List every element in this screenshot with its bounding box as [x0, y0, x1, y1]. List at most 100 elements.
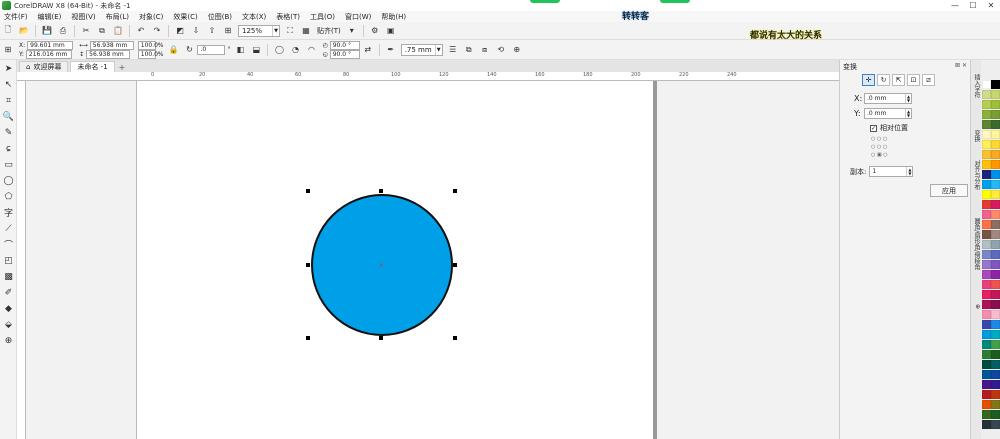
color-swatch[interactable]: [991, 380, 1000, 389]
color-swatch[interactable]: [982, 180, 991, 189]
selection-handle-right[interactable]: [453, 263, 457, 267]
menu-effects[interactable]: 效果(C): [173, 12, 197, 22]
color-swatch[interactable]: [991, 390, 1000, 399]
mirror-horizontal-icon[interactable]: ◧: [234, 44, 246, 56]
color-swatch[interactable]: [982, 350, 991, 359]
copy-icon[interactable]: ⧉: [96, 25, 108, 37]
y-position-input[interactable]: .0 mm ▲ ▼: [864, 108, 912, 119]
full-screen-icon[interactable]: ⛶: [284, 25, 296, 37]
color-swatch[interactable]: [982, 200, 991, 209]
color-swatch[interactable]: [991, 340, 1000, 349]
add-icon[interactable]: ⊕: [511, 44, 523, 56]
polygon-tool-icon[interactable]: ⬠: [1, 189, 16, 204]
selection-handle-bottom[interactable]: [379, 336, 383, 340]
selection-handle-bottom-left[interactable]: [306, 336, 310, 340]
convert-curves-icon[interactable]: ⟲: [495, 44, 507, 56]
spinner-icon[interactable]: ▲ ▼: [905, 94, 911, 103]
add-docker-icon[interactable]: ⊕: [972, 304, 981, 309]
color-swatch[interactable]: [982, 160, 991, 169]
drop-shadow-icon[interactable]: ◰: [1, 253, 16, 268]
eyedropper-icon[interactable]: ✐: [1, 285, 16, 300]
menu-table[interactable]: 表格(T): [276, 12, 300, 22]
color-swatch[interactable]: [982, 260, 991, 269]
color-swatch[interactable]: [991, 410, 1000, 419]
menu-help[interactable]: 帮助(H): [381, 12, 406, 22]
color-swatch[interactable]: [991, 220, 1000, 229]
outline-width-select[interactable]: .75 mm ▼: [400, 43, 443, 56]
outline-pen-icon[interactable]: ✒: [385, 44, 397, 56]
color-swatch[interactable]: [991, 210, 1000, 219]
selection-handle-bottom-right[interactable]: [453, 336, 457, 340]
color-swatch[interactable]: [991, 90, 1000, 99]
lock-ratio-icon[interactable]: 🔒: [167, 44, 179, 56]
smart-fill-icon[interactable]: ⬙: [1, 317, 16, 332]
menu-object[interactable]: 对象(C): [139, 12, 163, 22]
color-swatch[interactable]: [982, 110, 991, 119]
save-icon[interactable]: 💾: [41, 25, 53, 37]
zoom-level-select[interactable]: 125% ▼: [238, 24, 280, 37]
menu-layout[interactable]: 布局(L): [106, 12, 129, 22]
checkmark-icon[interactable]: ✓: [870, 124, 877, 132]
color-swatch[interactable]: [982, 330, 991, 339]
new-icon[interactable]: 🗋: [2, 25, 14, 37]
menu-view[interactable]: 视图(V): [71, 12, 95, 22]
x-position-input[interactable]: .0 mm ▲ ▼: [864, 93, 912, 104]
change-direction-icon[interactable]: ⇄: [362, 44, 374, 56]
color-swatch[interactable]: [982, 250, 991, 259]
color-swatch[interactable]: [991, 360, 1000, 369]
publish-icon[interactable]: ⊞: [222, 25, 234, 37]
crop-tool-icon[interactable]: ⌗: [1, 93, 16, 108]
color-swatch[interactable]: [991, 230, 1000, 239]
color-swatch[interactable]: [982, 170, 991, 179]
text-tool-icon[interactable]: 字: [1, 205, 16, 220]
color-swatch[interactable]: [991, 160, 1000, 169]
rotate-icon[interactable]: ↻: [183, 44, 195, 56]
color-swatch[interactable]: [991, 200, 1000, 209]
add-tool-icon[interactable]: ⊕: [1, 333, 16, 348]
color-swatch[interactable]: [982, 190, 991, 199]
color-swatch[interactable]: [991, 400, 1000, 409]
front-icon[interactable]: ⧉: [463, 44, 475, 56]
paste-icon[interactable]: 📋: [112, 25, 124, 37]
color-swatch[interactable]: [991, 130, 1000, 139]
color-swatch[interactable]: [982, 390, 991, 399]
vertical-ruler[interactable]: [17, 81, 26, 439]
ellipse-tool-icon[interactable]: ◯: [1, 173, 16, 188]
import-icon[interactable]: ⇩: [190, 25, 202, 37]
page-size-icon[interactable]: ⊞: [2, 44, 14, 56]
tab-welcome-screen[interactable]: ⌂ 欢迎屏幕: [19, 61, 69, 72]
color-swatch[interactable]: [982, 310, 991, 319]
color-swatch[interactable]: [991, 330, 1000, 339]
color-swatch[interactable]: [982, 220, 991, 229]
color-swatch[interactable]: [982, 80, 991, 89]
color-swatch[interactable]: [982, 140, 991, 149]
color-swatch[interactable]: [991, 110, 1000, 119]
menu-tools[interactable]: 工具(O): [310, 12, 335, 22]
color-swatch[interactable]: [982, 280, 991, 289]
snap-to-dropdown[interactable]: 贴齐(T): [317, 26, 341, 36]
start-angle-input[interactable]: 90.0 °: [329, 40, 360, 50]
y-position-input[interactable]: 216.016 mm: [25, 49, 72, 59]
color-swatch[interactable]: [991, 260, 1000, 269]
color-swatch[interactable]: [982, 270, 991, 279]
transparency-icon[interactable]: ▩: [1, 269, 16, 284]
skew-icon[interactable]: ⧄: [922, 74, 935, 86]
color-swatch[interactable]: [991, 320, 1000, 329]
mirror-vertical-icon[interactable]: ⬓: [250, 44, 262, 56]
selection-handle-left[interactable]: [306, 263, 310, 267]
color-swatch[interactable]: [982, 410, 991, 419]
color-swatch[interactable]: [991, 80, 1000, 89]
color-swatch[interactable]: [991, 100, 1000, 109]
color-swatch[interactable]: [982, 420, 991, 429]
color-swatch[interactable]: [982, 340, 991, 349]
pick-tool-icon[interactable]: ➤: [1, 61, 16, 76]
parallel-dimension-icon[interactable]: ⟋: [1, 221, 16, 236]
menu-window[interactable]: 窗口(W): [345, 12, 371, 22]
redo-icon[interactable]: ↷: [151, 25, 163, 37]
size-icon[interactable]: ⊡: [907, 74, 920, 86]
pie-icon[interactable]: ◔: [289, 44, 301, 56]
tab-insert-character[interactable]: 插入字符: [972, 74, 981, 98]
docker-controls-icon[interactable]: ⊠ ✕: [955, 62, 967, 69]
cut-icon[interactable]: ✂: [80, 25, 92, 37]
color-swatch[interactable]: [982, 360, 991, 369]
